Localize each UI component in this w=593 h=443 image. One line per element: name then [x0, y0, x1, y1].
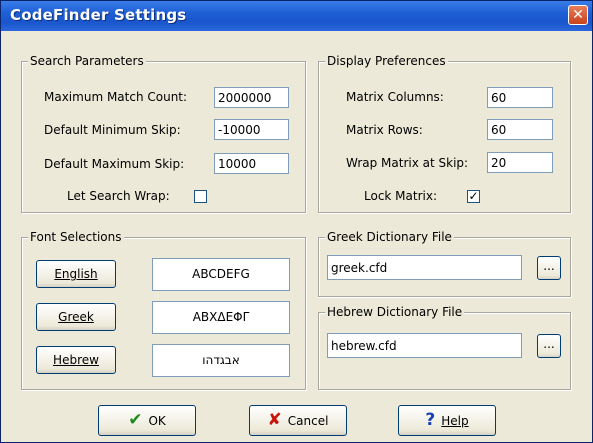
greek-dictionary-input[interactable]: [327, 255, 522, 280]
display-preferences-legend: Display Preferences: [325, 54, 448, 68]
help-button[interactable]: ? Help: [398, 405, 496, 436]
max-match-label: Maximum Match Count:: [44, 90, 188, 104]
check-icon: ✓: [468, 189, 479, 203]
cross-icon: ✘: [267, 410, 282, 430]
min-skip-label: Default Minimum Skip:: [44, 123, 181, 137]
search-wrap-checkbox[interactable]: [194, 190, 207, 203]
font-selections-group: Font Selections English ABCDEFG Greek ΑΒ…: [21, 230, 306, 390]
matrix-columns-input[interactable]: [487, 87, 553, 108]
lock-matrix-label: Lock Matrix:: [364, 189, 438, 203]
close-icon: ✕: [572, 7, 584, 23]
greek-dictionary-browse-button[interactable]: ...: [537, 256, 561, 280]
max-skip-input[interactable]: [214, 153, 289, 174]
greek-sample: ΑΒΧΔΕΦΓ: [152, 301, 290, 334]
wrap-matrix-input[interactable]: [487, 152, 553, 173]
matrix-columns-label: Matrix Columns:: [346, 90, 444, 104]
wrap-matrix-label: Wrap Matrix at Skip:: [346, 156, 469, 170]
hebrew-dictionary-browse-button[interactable]: ...: [537, 334, 561, 358]
search-parameters-legend: Search Parameters: [28, 54, 146, 68]
hebrew-dictionary-group: Hebrew Dictionary File ...: [318, 305, 571, 390]
lock-matrix-checkbox[interactable]: ✓: [467, 190, 480, 203]
english-sample: ABCDEFG: [152, 258, 290, 291]
display-preferences-group: Display Preferences Matrix Columns: Matr…: [318, 54, 571, 213]
matrix-rows-input[interactable]: [487, 119, 553, 140]
hebrew-font-button[interactable]: Hebrew: [36, 346, 116, 374]
greek-dictionary-legend: Greek Dictionary File: [325, 230, 454, 244]
window-title: CodeFinder Settings: [10, 6, 187, 24]
hebrew-dictionary-legend: Hebrew Dictionary File: [325, 305, 465, 319]
font-selections-legend: Font Selections: [28, 230, 124, 244]
greek-font-button[interactable]: Greek: [36, 303, 116, 331]
checkmark-icon: ✔: [128, 410, 143, 430]
search-parameters-group: Search Parameters Maximum Match Count: D…: [21, 54, 306, 213]
title-bar[interactable]: CodeFinder Settings ✕: [1, 1, 592, 31]
hebrew-dictionary-input[interactable]: [327, 333, 522, 358]
settings-dialog: CodeFinder Settings ✕ Search Parameters …: [0, 0, 593, 443]
matrix-rows-label: Matrix Rows:: [346, 123, 423, 137]
max-skip-label: Default Maximum Skip:: [44, 157, 185, 171]
close-button[interactable]: ✕: [568, 5, 588, 25]
cancel-button[interactable]: ✘ Cancel: [249, 405, 347, 436]
min-skip-input[interactable]: [214, 119, 289, 140]
max-match-input[interactable]: [214, 87, 289, 108]
question-mark-icon: ?: [425, 410, 436, 430]
greek-dictionary-group: Greek Dictionary File ...: [318, 230, 571, 297]
english-font-button[interactable]: English: [36, 260, 116, 288]
ok-button[interactable]: ✔ OK: [98, 405, 196, 436]
hebrew-sample: אבגדהו: [152, 344, 290, 377]
search-wrap-label: Let Search Wrap:: [67, 189, 170, 203]
